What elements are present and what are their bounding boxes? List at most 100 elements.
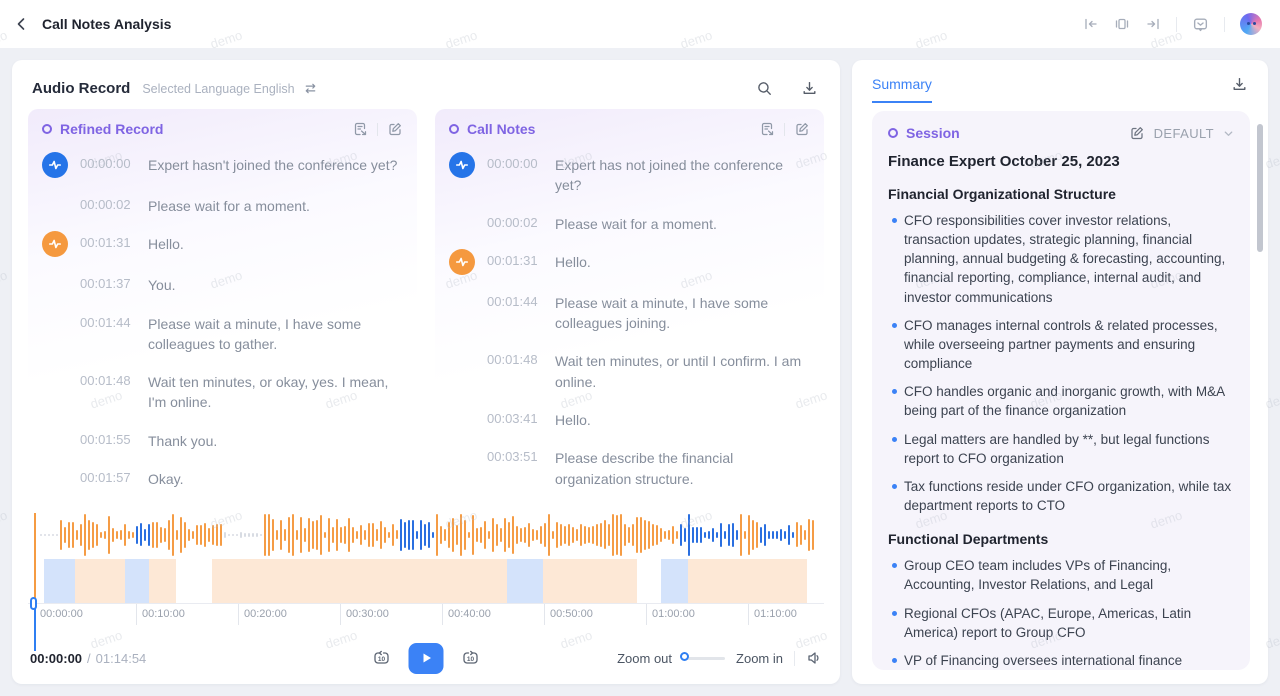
search-icon[interactable] (756, 80, 773, 97)
wave-bar (112, 528, 114, 542)
summary-bullet: CFO responsibilities cover investor rela… (888, 211, 1234, 307)
wave-bar (480, 527, 482, 543)
zoom-out-label[interactable]: Zoom out (617, 651, 672, 666)
wave-bar (440, 526, 442, 543)
timestamp[interactable]: 00:01:48 (487, 348, 545, 367)
wave-bar (220, 524, 222, 546)
playhead-handle[interactable] (30, 597, 37, 610)
wave-bar (308, 518, 310, 552)
timestamp[interactable]: 00:00:02 (80, 193, 138, 212)
timestamp[interactable]: 00:01:31 (487, 249, 545, 268)
panels-icon[interactable] (1114, 16, 1130, 32)
transcript-text[interactable]: Okay. (148, 466, 184, 489)
transcript-text[interactable]: Please wait a minute, I have some collea… (555, 290, 810, 334)
swap-language-icon[interactable] (303, 81, 318, 96)
collapse-left-icon[interactable] (1083, 16, 1099, 32)
export-note-icon[interactable] (759, 121, 775, 137)
wave-bar (204, 523, 206, 547)
scrollbar-thumb[interactable] (1257, 124, 1263, 252)
transcript-text[interactable]: Expert hasn't joined the conference yet? (148, 152, 397, 175)
timestamp[interactable]: 00:01:31 (80, 231, 138, 250)
timeline-tick: 00:00:00 (34, 604, 83, 625)
transcript-text[interactable]: Hello. (148, 504, 184, 505)
transcript-text[interactable]: Hello. (555, 249, 591, 272)
timeline-tick: 00:20:00 (238, 604, 287, 625)
timestamp[interactable]: 00:04:20 (487, 504, 545, 505)
wave-bar (672, 526, 674, 544)
volume-icon[interactable] (806, 650, 822, 666)
waveform-heatmap[interactable] (28, 559, 824, 603)
timeline[interactable]: 00:00:0000:10:0000:20:0000:30:0000:40:00… (28, 603, 824, 625)
timestamp[interactable]: 00:03:41 (487, 407, 545, 426)
wave-bar (316, 520, 318, 550)
summary-download-icon[interactable] (1231, 76, 1248, 93)
download-icon[interactable] (801, 80, 818, 97)
transcript-text[interactable]: Please wait for a moment. (148, 193, 310, 216)
export-note-icon[interactable] (352, 121, 368, 137)
transcript-text[interactable]: You. (148, 272, 176, 295)
wave-bar (400, 519, 402, 552)
wave-bar (592, 526, 594, 544)
timestamp[interactable]: 00:01:37 (80, 272, 138, 291)
heatmap-segment (578, 559, 590, 603)
zoom-slider-knob[interactable] (680, 652, 689, 661)
heatmap-segment (589, 559, 599, 603)
wave-bar (572, 527, 574, 543)
wave-bar (452, 518, 454, 553)
selected-language-label: Selected Language English (142, 82, 294, 96)
zoom-in-label[interactable]: Zoom in (736, 651, 783, 666)
edit-icon[interactable] (387, 121, 403, 137)
transcript-text[interactable]: Wait ten minutes, or until I confirm. I … (555, 348, 810, 392)
transcript-text[interactable]: Hello. (555, 407, 591, 430)
wave-bar (492, 518, 494, 553)
heatmap-segment (688, 559, 723, 603)
timestamp[interactable]: 00:01:55 (80, 428, 138, 447)
collapse-right-icon[interactable] (1145, 16, 1161, 32)
timestamp[interactable]: 00:01:44 (487, 290, 545, 309)
wave-bar (236, 534, 238, 537)
transcript-text[interactable]: Please wait a minute, I have some collea… (148, 311, 403, 355)
zoom-slider[interactable] (683, 657, 725, 660)
heatmap-segment (599, 559, 612, 603)
transcript-text[interactable]: Expert has not joined the conference yet… (555, 152, 810, 196)
wave-bar (484, 521, 486, 549)
heatmap-segment (436, 559, 468, 603)
back-button[interactable] (14, 16, 30, 32)
wave-bar (696, 527, 698, 544)
transcript-text[interactable]: The financial organization structure inc… (555, 504, 810, 505)
timestamp[interactable]: 00:00:00 (487, 152, 545, 171)
timestamp[interactable]: 00:00:00 (80, 152, 138, 171)
skip-forward-10-icon[interactable]: 10 (461, 648, 481, 668)
chevron-down-icon[interactable] (1223, 128, 1234, 139)
feedback-icon[interactable] (1192, 16, 1209, 33)
wave-bar (360, 525, 362, 545)
transcript-text[interactable]: Please wait for a moment. (555, 211, 717, 234)
timestamp[interactable]: 00:01:48 (80, 369, 138, 388)
waveform[interactable] (28, 513, 824, 557)
skip-back-10-icon[interactable]: 10 (372, 648, 392, 668)
wave-bar (652, 524, 654, 545)
topbar: Call Notes Analysis (0, 0, 1280, 48)
play-button[interactable] (409, 643, 444, 674)
session-edit-icon[interactable] (1129, 125, 1145, 141)
transcript-row: 00:01:44 Please wait a minute, I have som… (449, 290, 810, 334)
transcript-text[interactable]: Hello. (148, 231, 184, 254)
timeline-tick: 01:00:00 (646, 604, 695, 625)
transcript-text[interactable]: Wait ten minutes, or okay, yes. I mean, … (148, 369, 403, 413)
timestamp[interactable]: 00:03:41 (80, 504, 138, 505)
wave-bar (720, 523, 722, 547)
svg-text:10: 10 (467, 656, 475, 663)
wave-bar (96, 524, 98, 546)
edit-icon[interactable] (794, 121, 810, 137)
tab-summary[interactable]: Summary (872, 76, 932, 103)
timestamp[interactable]: 00:03:51 (487, 445, 545, 464)
transcript-text[interactable]: Please describe the financial organizati… (555, 445, 810, 489)
transcript-text[interactable]: Thank you. (148, 428, 217, 451)
timestamp[interactable]: 00:01:44 (80, 311, 138, 330)
wave-bar (684, 528, 686, 543)
preset-dropdown[interactable]: DEFAULT (1154, 126, 1214, 141)
refined-record-title: Refined Record (60, 121, 163, 137)
user-avatar[interactable] (1240, 13, 1262, 35)
timestamp[interactable]: 00:00:02 (487, 211, 545, 230)
timestamp[interactable]: 00:01:57 (80, 466, 138, 485)
